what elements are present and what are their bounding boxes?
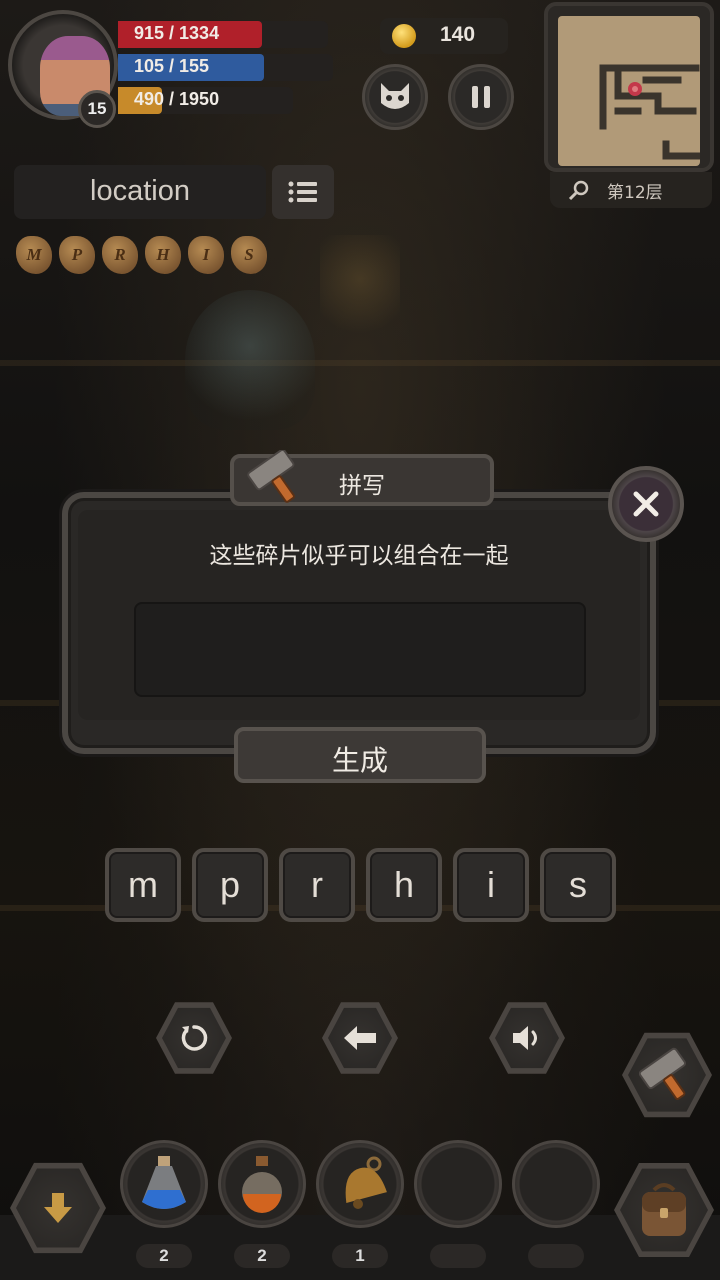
backpack-icon: [642, 1183, 686, 1236]
minimap[interactable]: [544, 2, 714, 172]
minimap-view: [558, 16, 700, 166]
item-count: 1: [332, 1244, 388, 1268]
search-icon: [568, 180, 589, 201]
gold-counter: 140: [380, 18, 508, 54]
letter-tile[interactable]: i: [453, 848, 529, 922]
inventory-slot[interactable]: [120, 1140, 208, 1228]
rune-fragment[interactable]: H: [145, 236, 181, 274]
player-level-badge: 15: [78, 90, 116, 128]
blue-potion-icon: [142, 1156, 186, 1209]
inventory-slot[interactable]: [316, 1140, 404, 1228]
hp-text: 915 / 1334: [134, 23, 220, 43]
rune-fragment[interactable]: S: [231, 236, 267, 274]
item-count: [528, 1244, 584, 1268]
arrow-left-icon: [344, 1026, 376, 1050]
xp-text: 490 / 1950: [134, 89, 220, 109]
inventory-slot-empty[interactable]: [512, 1140, 600, 1228]
dialog-message: 这些碎片似乎可以组合在一起: [209, 543, 509, 569]
rune-fragment[interactable]: P: [59, 236, 95, 274]
gold-amount: 140: [440, 23, 476, 46]
mp-bar: 105 / 155: [118, 54, 333, 81]
spell-input-field[interactable]: [134, 602, 586, 697]
floor-indicator[interactable]: 第12层: [550, 172, 712, 208]
rune-fragment[interactable]: M: [16, 236, 52, 274]
inventory-slot[interactable]: [218, 1140, 306, 1228]
speaker-icon: [513, 1026, 537, 1050]
letter-tile[interactable]: m: [105, 848, 181, 922]
letter-tile[interactable]: s: [540, 848, 616, 922]
quest-list-button[interactable]: [272, 165, 334, 219]
minimap-maze: [599, 64, 700, 160]
enemy-sprite[interactable]: [185, 290, 315, 430]
mp-text: 105 / 155: [134, 56, 210, 76]
item-count: 2: [234, 1244, 290, 1268]
statue-sprite: [320, 235, 400, 345]
bell-icon: [345, 1156, 387, 1209]
location-label: location: [90, 175, 190, 207]
floor-label: 第12层: [607, 183, 663, 203]
hammer-icon: [639, 1047, 686, 1100]
location-box: location: [14, 165, 266, 219]
hammer-icon: [247, 450, 295, 503]
close-button[interactable]: [608, 466, 684, 542]
pet-face-icon: [381, 83, 409, 109]
hp-bar: 915 / 1334: [118, 21, 328, 48]
rune-fragment[interactable]: I: [188, 236, 224, 274]
pause-icon: [472, 86, 490, 108]
letter-tile[interactable]: p: [192, 848, 268, 922]
arrow-down-icon: [44, 1193, 72, 1223]
pet-button[interactable]: [362, 64, 428, 130]
rune-fragments: M P R H I S: [16, 236, 276, 276]
generate-button[interactable]: 生成: [234, 727, 486, 783]
rune-fragment[interactable]: R: [102, 236, 138, 274]
letter-tile[interactable]: r: [279, 848, 355, 922]
refresh-icon: [181, 1025, 208, 1051]
gold-coin-icon: [392, 24, 416, 48]
inventory-slot-empty[interactable]: [414, 1140, 502, 1228]
generate-button-label: 生成: [331, 744, 388, 777]
list-icon: [288, 181, 317, 203]
pause-button[interactable]: [448, 64, 514, 130]
letter-tile[interactable]: h: [366, 848, 442, 922]
close-icon: [633, 491, 659, 517]
item-count: 2: [136, 1244, 192, 1268]
xp-bar: 490 / 1950: [118, 87, 293, 114]
item-count: [430, 1244, 486, 1268]
orange-potion-icon: [242, 1156, 282, 1213]
